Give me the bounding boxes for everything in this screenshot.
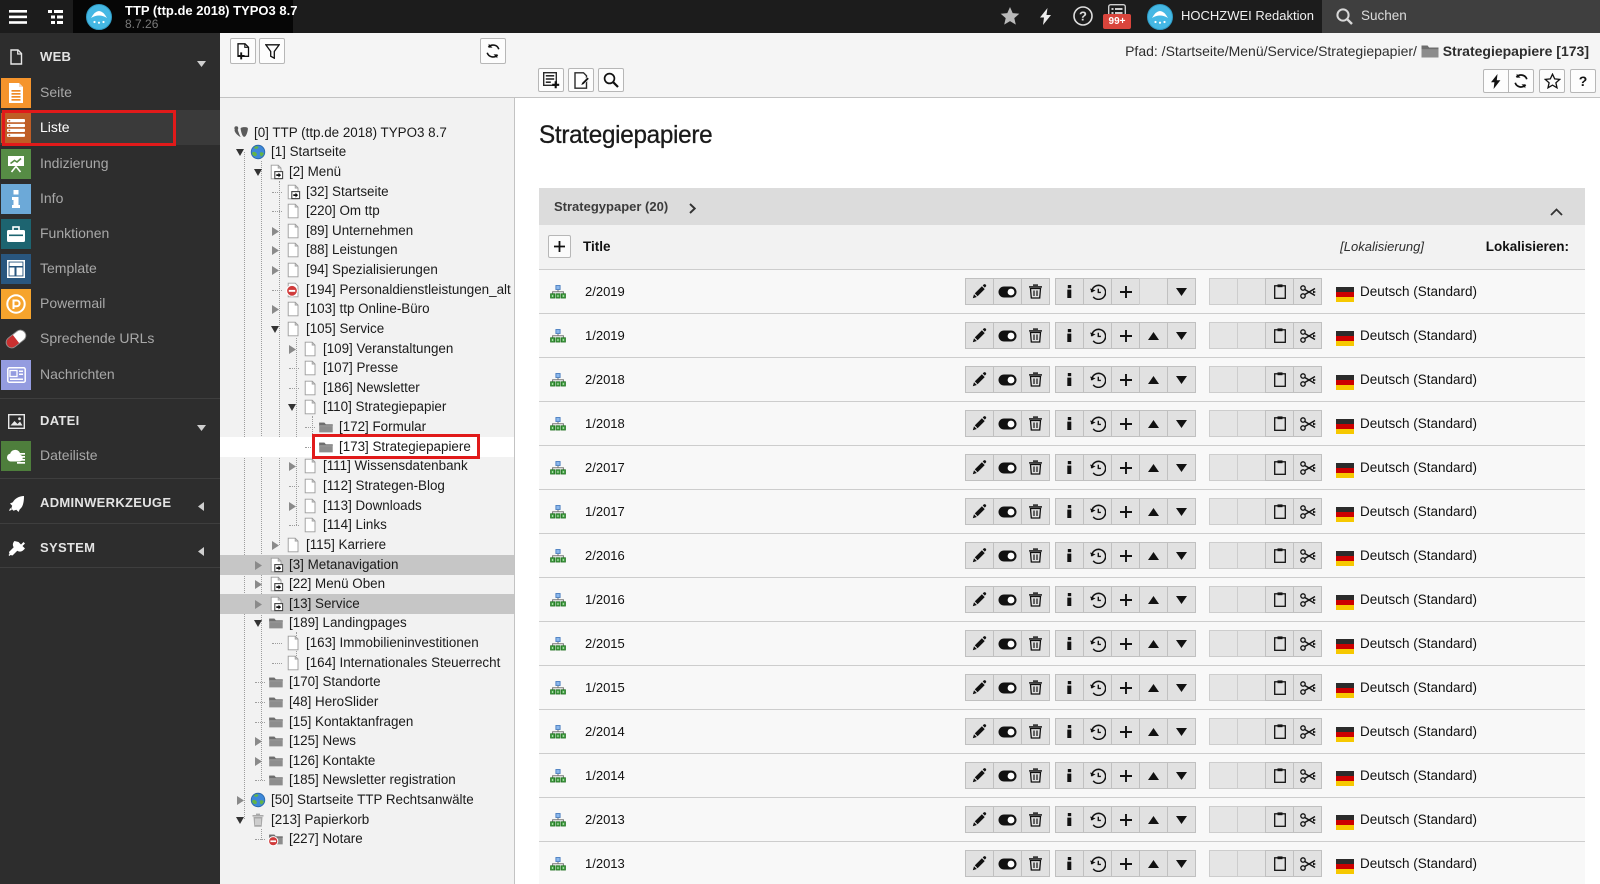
svg-text:?: ? [1079, 9, 1087, 24]
